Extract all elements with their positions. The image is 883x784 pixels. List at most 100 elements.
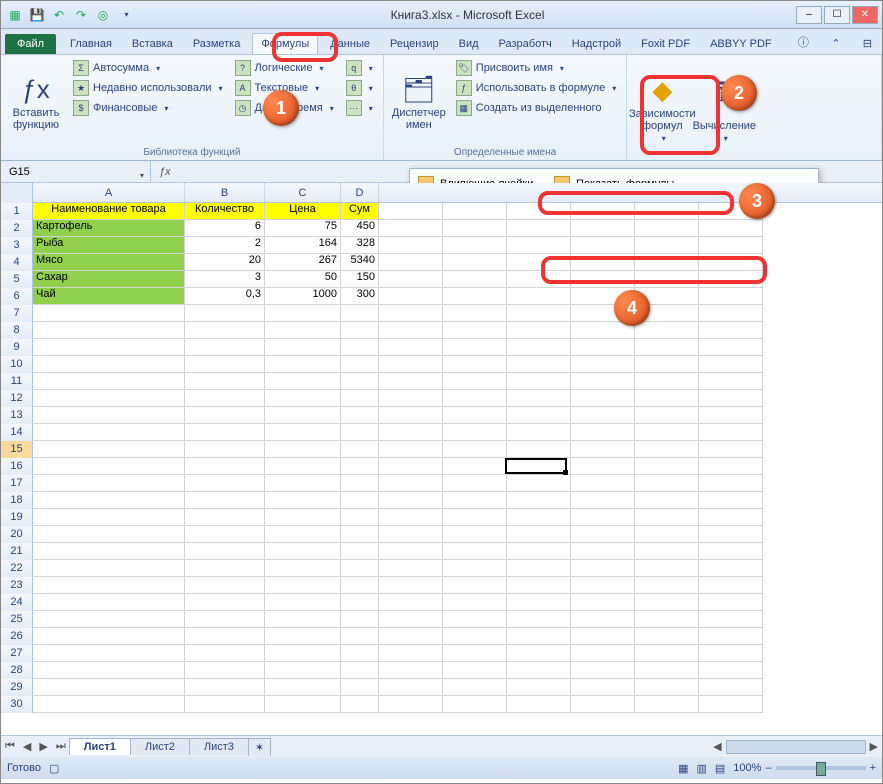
cell[interactable] bbox=[507, 322, 571, 339]
cell[interactable] bbox=[571, 305, 635, 322]
cell[interactable] bbox=[341, 628, 379, 645]
row-header[interactable]: 17 bbox=[1, 475, 33, 492]
last-sheet-button[interactable]: ⏭ bbox=[52, 740, 70, 753]
cell[interactable] bbox=[185, 322, 265, 339]
cell[interactable] bbox=[265, 339, 341, 356]
cell[interactable] bbox=[635, 543, 699, 560]
cell[interactable] bbox=[635, 492, 699, 509]
cell[interactable] bbox=[33, 645, 185, 662]
cell[interactable] bbox=[341, 645, 379, 662]
row-header[interactable]: 26 bbox=[1, 628, 33, 645]
cell[interactable]: 0,3 bbox=[185, 288, 265, 305]
more-fn-2[interactable]: θ bbox=[342, 79, 377, 97]
cell[interactable]: 267 bbox=[265, 254, 341, 271]
cell[interactable] bbox=[265, 526, 341, 543]
row-header[interactable]: 7 bbox=[1, 305, 33, 322]
row-header[interactable]: 30 bbox=[1, 696, 33, 713]
cell[interactable] bbox=[635, 526, 699, 543]
cell[interactable] bbox=[265, 322, 341, 339]
text-button[interactable]: AТекстовые bbox=[231, 79, 338, 97]
cell[interactable] bbox=[33, 594, 185, 611]
cell[interactable] bbox=[699, 611, 763, 628]
cell[interactable] bbox=[443, 339, 507, 356]
cell[interactable] bbox=[699, 220, 763, 237]
cell[interactable] bbox=[341, 509, 379, 526]
zoom-slider[interactable] bbox=[776, 766, 866, 770]
cell[interactable] bbox=[443, 407, 507, 424]
view-break-icon[interactable]: ▤ bbox=[715, 762, 725, 775]
cell[interactable] bbox=[379, 696, 443, 713]
row-header[interactable]: 28 bbox=[1, 662, 33, 679]
cell[interactable] bbox=[635, 509, 699, 526]
tab-layout[interactable]: Разметка bbox=[185, 34, 249, 54]
cell[interactable] bbox=[699, 492, 763, 509]
cell[interactable] bbox=[265, 475, 341, 492]
cell[interactable] bbox=[443, 492, 507, 509]
save-icon[interactable]: 💾 bbox=[29, 7, 45, 23]
cell[interactable] bbox=[635, 322, 699, 339]
cell[interactable] bbox=[185, 475, 265, 492]
cell[interactable]: Мясо bbox=[33, 254, 185, 271]
row-header[interactable]: 27 bbox=[1, 645, 33, 662]
assign-name-button[interactable]: 🏷Присвоить имя bbox=[452, 59, 621, 77]
cell[interactable] bbox=[443, 526, 507, 543]
cell[interactable] bbox=[265, 509, 341, 526]
zoom-in-button[interactable]: + bbox=[870, 762, 876, 774]
cell[interactable] bbox=[379, 509, 443, 526]
cell[interactable] bbox=[507, 305, 571, 322]
cell[interactable] bbox=[379, 373, 443, 390]
name-box[interactable]: G15 bbox=[1, 161, 151, 182]
cell[interactable] bbox=[699, 203, 763, 220]
row-header[interactable]: 20 bbox=[1, 526, 33, 543]
cell[interactable] bbox=[571, 237, 635, 254]
row-header[interactable]: 15 bbox=[1, 441, 33, 458]
cell[interactable]: Рыба bbox=[33, 237, 185, 254]
cell[interactable] bbox=[507, 373, 571, 390]
cell[interactable] bbox=[507, 390, 571, 407]
cell[interactable] bbox=[185, 611, 265, 628]
cell[interactable] bbox=[571, 441, 635, 458]
cell[interactable] bbox=[699, 305, 763, 322]
cell[interactable] bbox=[699, 662, 763, 679]
cell[interactable] bbox=[507, 526, 571, 543]
cell[interactable] bbox=[265, 458, 341, 475]
cell[interactable] bbox=[635, 203, 699, 220]
cell[interactable] bbox=[33, 390, 185, 407]
cell[interactable] bbox=[379, 611, 443, 628]
sheet-tab-3[interactable]: Лист3 bbox=[189, 738, 249, 755]
cell[interactable] bbox=[507, 356, 571, 373]
cell[interactable] bbox=[635, 288, 699, 305]
zoom-level[interactable]: 100% bbox=[733, 762, 761, 774]
cell[interactable] bbox=[443, 696, 507, 713]
cell[interactable] bbox=[507, 696, 571, 713]
cell[interactable] bbox=[507, 594, 571, 611]
cell[interactable] bbox=[571, 645, 635, 662]
cell[interactable] bbox=[507, 628, 571, 645]
preview-icon[interactable]: ◎ bbox=[95, 7, 111, 23]
cell[interactable] bbox=[635, 458, 699, 475]
tab-data[interactable]: Данные bbox=[322, 34, 378, 54]
cell[interactable] bbox=[443, 594, 507, 611]
cell[interactable] bbox=[379, 203, 443, 220]
cell[interactable] bbox=[185, 492, 265, 509]
cell[interactable] bbox=[443, 611, 507, 628]
cell[interactable] bbox=[699, 594, 763, 611]
cell[interactable] bbox=[379, 305, 443, 322]
cell[interactable] bbox=[265, 543, 341, 560]
view-layout-icon[interactable]: ▥ bbox=[696, 762, 706, 775]
row-header[interactable]: 18 bbox=[1, 492, 33, 509]
cell[interactable] bbox=[507, 237, 571, 254]
cell[interactable] bbox=[699, 407, 763, 424]
hscrollbar[interactable] bbox=[726, 740, 866, 754]
cell[interactable] bbox=[571, 560, 635, 577]
cell[interactable] bbox=[341, 543, 379, 560]
row-header[interactable]: 9 bbox=[1, 339, 33, 356]
cell[interactable] bbox=[33, 441, 185, 458]
cell[interactable]: 328 bbox=[341, 237, 379, 254]
name-manager-button[interactable]: 🗂 Диспетчер имен bbox=[390, 59, 448, 145]
cell[interactable] bbox=[379, 288, 443, 305]
cell[interactable] bbox=[265, 577, 341, 594]
cell[interactable] bbox=[699, 628, 763, 645]
cell[interactable] bbox=[379, 424, 443, 441]
cell[interactable] bbox=[635, 441, 699, 458]
